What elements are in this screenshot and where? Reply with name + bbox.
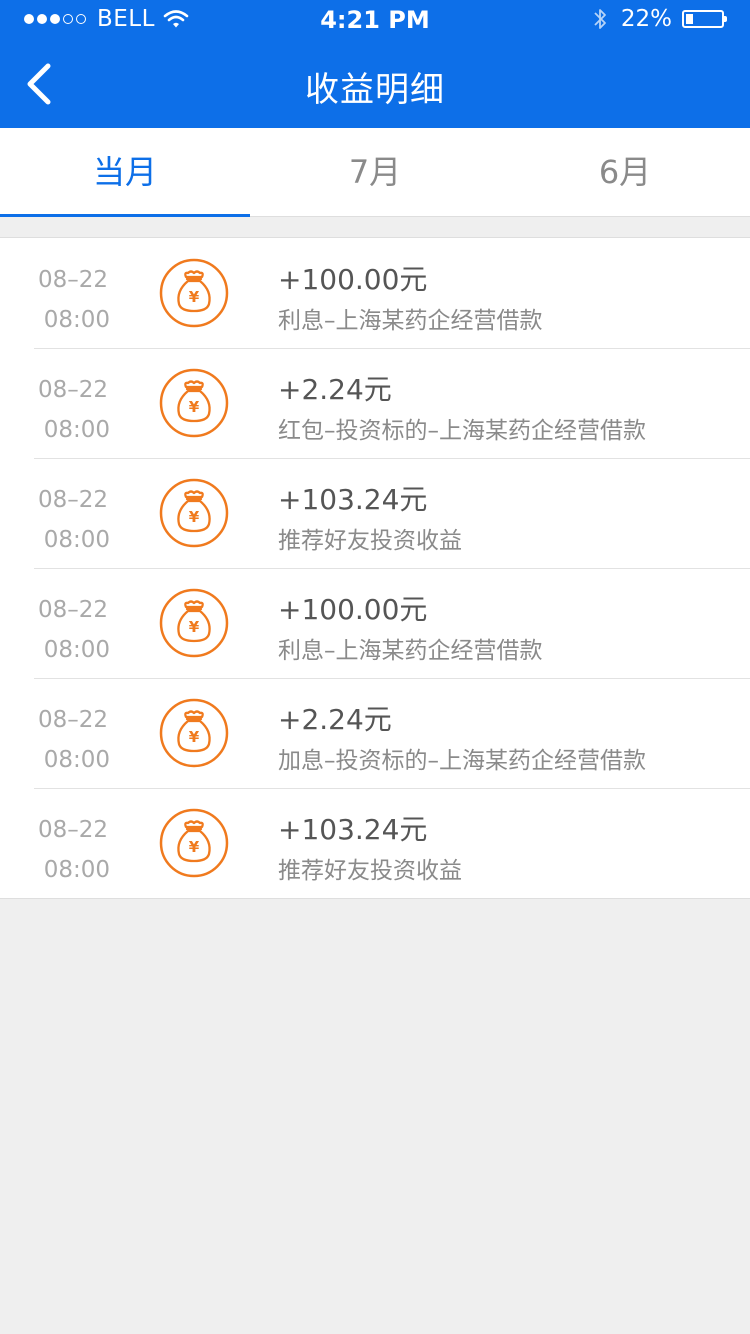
list-item[interactable]: 08–22 08:00 ¥ +103.24元 推荐好友投资收益 [0, 788, 750, 898]
tab-july[interactable]: 7月 [250, 128, 500, 216]
record-amount: +2.24元 [278, 373, 392, 406]
record-time: 08:00 [43, 307, 110, 333]
record-description: 利息–上海某药企经营借款 [278, 308, 543, 334]
list-item[interactable]: 08–22 08:00 ¥ +103.24元 推荐好友投资收益 [0, 458, 750, 568]
list-item[interactable]: 08–22 08:00 ¥ +100.00元 利息–上海某药企经营借款 [0, 238, 750, 348]
record-datetime: 08–22 08:00 [0, 260, 110, 340]
record-time: 08:00 [43, 637, 110, 663]
record-datetime: 08–22 08:00 [0, 370, 110, 450]
record-time: 08:00 [43, 857, 110, 883]
svg-text:¥: ¥ [189, 398, 200, 416]
record-description: 利息–上海某药企经营借款 [278, 638, 543, 664]
earnings-list: 08–22 08:00 ¥ +100.00元 利息–上海某药企经营借款 08–2… [0, 237, 750, 899]
svg-text:¥: ¥ [189, 618, 200, 636]
status-bar: BELL 4:21 PM 22% [0, 0, 750, 40]
record-date: 08–22 [38, 377, 109, 403]
record-datetime: 08–22 08:00 [0, 700, 110, 780]
tab-current-month[interactable]: 当月 [0, 128, 250, 217]
list-item[interactable]: 08–22 08:00 ¥ +2.24元 加息–投资标的–上海某药企经营借款 [0, 678, 750, 788]
battery-percent: 22% [620, 6, 672, 32]
status-right: 22% [593, 6, 727, 32]
bluetooth-icon [594, 9, 606, 29]
svg-text:¥: ¥ [189, 508, 200, 526]
money-bag-yen-icon: ¥ [159, 368, 229, 438]
money-bag-yen-icon: ¥ [159, 478, 229, 548]
record-description: 推荐好友投资收益 [278, 528, 462, 554]
record-time: 08:00 [43, 747, 110, 773]
record-date: 08–22 [38, 707, 109, 733]
record-datetime: 08–22 08:00 [0, 810, 110, 890]
money-bag-yen-icon: ¥ [159, 698, 229, 768]
money-bag-yen-icon: ¥ [159, 258, 229, 328]
money-bag-yen-icon: ¥ [159, 808, 229, 878]
record-time: 08:00 [43, 417, 110, 443]
money-bag-yen-icon: ¥ [159, 588, 229, 658]
list-item[interactable]: 08–22 08:00 ¥ +2.24元 红包–投资标的–上海某药企经营借款 [0, 348, 750, 458]
record-amount: +103.24元 [278, 813, 428, 846]
svg-text:¥: ¥ [189, 838, 200, 856]
page-title: 收益明细 [305, 70, 445, 110]
record-amount: +100.00元 [278, 263, 428, 296]
record-description: 推荐好友投资收益 [278, 858, 462, 884]
record-amount: +2.24元 [278, 703, 392, 736]
record-date: 08–22 [38, 597, 109, 623]
record-date: 08–22 [38, 267, 109, 293]
record-description: 红包–投资标的–上海某药企经营借款 [278, 418, 646, 444]
list-item[interactable]: 08–22 08:00 ¥ +100.00元 利息–上海某药企经营借款 [0, 568, 750, 678]
record-amount: +100.00元 [278, 593, 428, 626]
month-tabs: 当月 7月 6月 [0, 128, 750, 217]
navigation-bar: BELL 4:21 PM 22% 收益明细 [0, 0, 750, 128]
battery-icon [682, 10, 727, 28]
record-date: 08–22 [38, 817, 109, 843]
record-time: 08:00 [43, 527, 110, 553]
svg-text:¥: ¥ [189, 728, 200, 746]
svg-text:¥: ¥ [189, 288, 200, 306]
tab-june[interactable]: 6月 [500, 128, 750, 216]
record-datetime: 08–22 08:00 [0, 590, 110, 670]
record-amount: +103.24元 [278, 483, 428, 516]
record-description: 加息–投资标的–上海某药企经营借款 [278, 748, 646, 774]
record-datetime: 08–22 08:00 [0, 480, 110, 560]
record-date: 08–22 [38, 487, 109, 513]
